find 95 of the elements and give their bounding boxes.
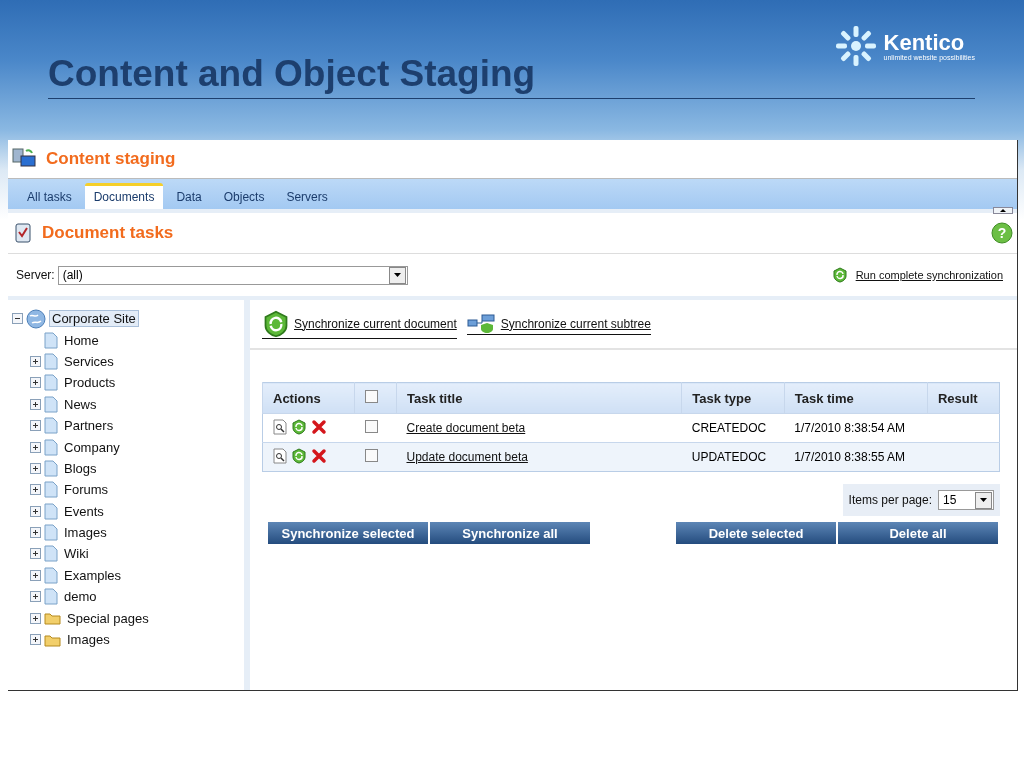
page-icon [44,502,58,520]
task-type: CREATEDOC [691,421,767,435]
sync-link[interactable]: Synchronize current subtree [466,313,651,335]
task-type: UPDATEDOC [691,450,767,464]
task-title-link[interactable]: Update document beta [406,450,528,464]
checklist-icon [14,222,32,244]
page-icon [44,545,58,563]
tree-node[interactable]: Special pages [64,609,152,627]
view-icon[interactable] [273,418,287,435]
tree-node[interactable]: Wiki [61,545,92,563]
expand-icon[interactable] [30,355,41,367]
tab[interactable]: All tasks [18,183,81,209]
page-icon [44,588,58,606]
expand-icon[interactable] [30,377,41,389]
expand-icon[interactable] [30,527,41,539]
expand-icon[interactable] [30,398,41,410]
collapse-icon[interactable] [993,207,1013,214]
expand-icon[interactable] [30,462,41,474]
recycle-shield-icon [262,309,290,338]
tree-node[interactable]: Images [61,524,110,542]
expand-icon[interactable] [30,634,41,646]
tree-node[interactable]: Products [61,374,119,392]
sync-link[interactable]: Synchronize current document [262,309,457,339]
server-select[interactable]: (all) [57,265,408,285]
tab[interactable]: Documents [84,183,164,209]
delete-icon[interactable] [311,418,327,435]
tree-node[interactable]: demo [61,588,100,606]
items-per-page-label: Items per page: [848,493,932,507]
action-button[interactable]: Synchronize selected [268,522,428,544]
tree-node[interactable]: Home [61,331,102,349]
tab[interactable]: Data [167,183,211,209]
tree-node[interactable]: Events [61,502,107,520]
slide-title: Content and Object Staging [48,52,536,96]
dropdown-arrow-icon [980,498,987,502]
logo-name: Kentico [883,31,966,54]
task-title-link[interactable]: Create document beta [406,421,526,435]
action-button[interactable]: Delete selected [676,522,836,544]
expand-icon[interactable] [30,505,41,517]
column-header: Task time [784,382,928,414]
page-icon [44,331,58,349]
expand-icon[interactable] [30,548,41,560]
network-icon [466,313,497,334]
column-header: Task type [681,382,785,414]
tree-node[interactable]: Examples [61,566,125,584]
action-button[interactable]: Synchronize all [430,522,590,544]
expand-icon[interactable] [30,591,41,603]
expand-icon[interactable] [30,569,41,581]
tree-node[interactable]: Forums [61,481,112,499]
run-synchronization-link[interactable]: Run complete synchronization [855,269,1003,281]
view-icon[interactable] [273,447,287,464]
tree-node[interactable]: Partners [61,417,117,435]
collapse-icon[interactable] [12,313,23,325]
column-header: Result [927,382,1000,414]
expand-icon[interactable] [30,612,41,624]
items-per-page-select[interactable]: 15 [938,490,994,510]
row-checkbox[interactable] [364,420,378,433]
page-icon [44,417,58,435]
page-icon [44,524,58,542]
dropdown-arrow-icon [393,273,401,277]
column-header: Task title [396,382,682,414]
section-title: Document tasks [42,223,174,243]
folder-icon [44,611,61,626]
sync-shield-icon [291,447,307,464]
tree-node[interactable]: Blogs [61,459,100,477]
snowflake-logo-icon [833,24,878,68]
page-title: Content staging [46,149,176,169]
page-icon [44,395,58,413]
page-icon [44,481,58,499]
row-checkbox[interactable] [364,449,378,462]
page-icon [44,352,58,370]
expand-icon[interactable] [30,484,41,496]
task-time: 1/7/2010 8:38:55 AM [794,450,905,464]
tree-node[interactable]: Corporate Site [49,310,139,328]
action-button[interactable]: Delete all [838,522,998,544]
page-icon [44,438,58,456]
page-icon [44,459,58,477]
column-header: Actions [262,382,355,414]
sync-shield-icon [291,418,307,435]
expand-icon[interactable] [30,420,41,432]
expand-icon[interactable] [30,441,41,453]
tree-node[interactable]: Services [61,352,117,370]
server-label: Server: [16,268,55,282]
tree-node[interactable]: Company [61,438,123,456]
globe-icon [26,308,46,329]
tree-node[interactable]: Images [64,631,113,649]
tree-node[interactable]: News [61,395,100,413]
folder-icon [44,632,61,647]
select-all-checkbox[interactable] [365,390,379,403]
tab[interactable]: Objects [214,183,274,209]
delete-icon[interactable] [311,447,327,464]
task-time: 1/7/2010 8:38:54 AM [794,421,905,435]
page-icon [44,374,58,392]
sync-shield-icon [831,267,848,283]
page-icon [44,566,58,584]
tab[interactable]: Servers [277,183,337,209]
